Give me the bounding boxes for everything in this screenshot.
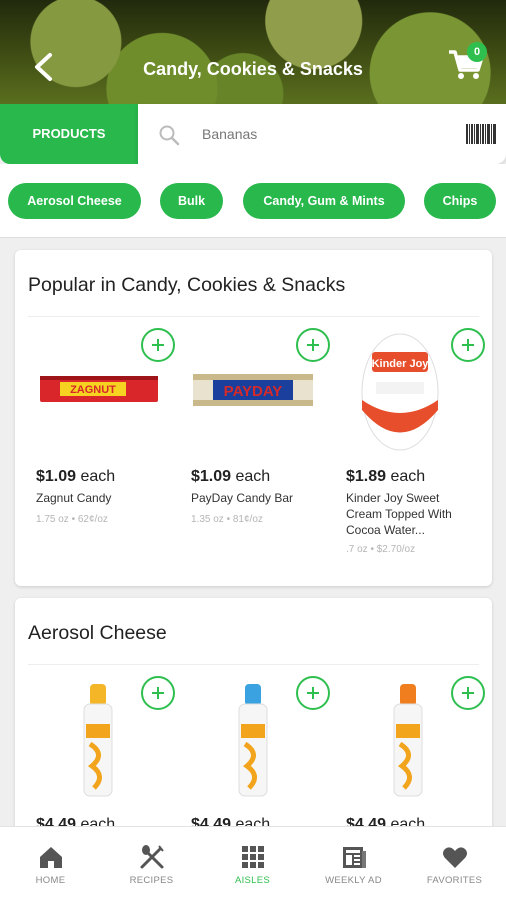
product-image-label: ZAGNUT bbox=[70, 384, 116, 396]
product-tile[interactable]: ZAGNUT $1.09 each Zagnut Candy 1.75 oz •… bbox=[28, 328, 175, 578]
nav-label: WEEKLY AD bbox=[325, 875, 382, 886]
add-to-cart-button[interactable] bbox=[141, 676, 175, 710]
plus-icon bbox=[462, 339, 474, 351]
nav-favorites[interactable]: FAVORITES bbox=[404, 827, 505, 900]
product-image: Kinder Joy bbox=[361, 333, 439, 451]
product-tile[interactable]: PAYDAY $1.09 each PayDay Candy Bar 1.35 … bbox=[183, 328, 330, 578]
plus-icon bbox=[307, 687, 319, 699]
section-title: Popular in Candy, Cookies & Snacks bbox=[28, 274, 346, 296]
plus-icon bbox=[152, 339, 164, 351]
product-image bbox=[83, 684, 113, 797]
plus-icon bbox=[307, 339, 319, 351]
product-price: $1.89 each bbox=[346, 468, 426, 485]
nav-home[interactable]: HOME bbox=[0, 827, 101, 900]
category-chip-bar: Aerosol Cheese Bulk Candy, Gum & Mints C… bbox=[0, 164, 506, 238]
product-name: PayDay Candy Bar bbox=[191, 491, 294, 505]
recipes-icon bbox=[140, 845, 164, 869]
nav-label: FAVORITES bbox=[426, 875, 483, 886]
page-title: Candy, Cookies & Snacks bbox=[143, 59, 363, 79]
section-title: Aerosol Cheese bbox=[28, 622, 167, 644]
search-icon bbox=[159, 125, 180, 146]
product-tile[interactable]: $4.49 each bbox=[28, 676, 175, 836]
product-price: $1.09 each bbox=[36, 468, 116, 485]
search-row: PRODUCTS bbox=[0, 104, 506, 164]
add-to-cart-button[interactable] bbox=[451, 328, 485, 362]
product-name: Zagnut Candy bbox=[36, 491, 112, 505]
product-name: Kinder Joy Sweet Cream Topped With Cocoa… bbox=[346, 491, 452, 537]
favorites-icon bbox=[443, 847, 467, 868]
product-tile[interactable]: $4.49 each bbox=[183, 676, 330, 836]
product-size: 1.75 oz • 62¢/oz bbox=[36, 514, 108, 525]
search-box bbox=[138, 104, 506, 164]
header-banner: Candy, Cookies & Snacks 0 bbox=[0, 0, 506, 104]
nav-recipes[interactable]: RECIPES bbox=[101, 827, 202, 900]
nav-weekly-ad[interactable]: WEEKLY AD bbox=[303, 827, 404, 900]
weekly-ad-icon bbox=[343, 847, 366, 868]
plus-icon bbox=[462, 687, 474, 699]
product-image-label: Kinder Joy bbox=[372, 358, 430, 370]
add-to-cart-button[interactable] bbox=[141, 328, 175, 362]
chip-aerosol-cheese[interactable]: Aerosol Cheese bbox=[8, 183, 141, 219]
product-price: $1.09 each bbox=[191, 468, 271, 485]
nav-label: RECIPES bbox=[129, 875, 174, 886]
nav-label: AISLES bbox=[234, 875, 271, 886]
plus-icon bbox=[152, 687, 164, 699]
product-image: PAYDAY bbox=[193, 374, 313, 406]
product-image-label: PAYDAY bbox=[224, 383, 283, 400]
product-size: .7 oz • $2.70/oz bbox=[346, 544, 416, 555]
chip-bulk[interactable]: Bulk bbox=[160, 183, 223, 219]
barcode-scan-icon[interactable] bbox=[466, 124, 496, 144]
product-image: ZAGNUT bbox=[40, 376, 158, 402]
nav-aisles[interactable]: AISLES bbox=[202, 827, 303, 900]
cart-count-badge: 0 bbox=[467, 42, 487, 62]
chip-chips[interactable]: Chips bbox=[424, 183, 496, 219]
product-image bbox=[393, 684, 423, 797]
search-input[interactable] bbox=[202, 122, 442, 146]
add-to-cart-button[interactable] bbox=[296, 328, 330, 362]
product-size: 1.35 oz • 81¢/oz bbox=[191, 514, 263, 525]
home-icon bbox=[40, 847, 62, 868]
products-tab[interactable]: PRODUCTS bbox=[0, 104, 138, 164]
add-to-cart-button[interactable] bbox=[296, 676, 330, 710]
product-tile[interactable]: Kinder Joy $1.89 each Kinder Joy Sweet C… bbox=[338, 328, 485, 578]
divider bbox=[28, 664, 479, 665]
chip-candy-gum-mints[interactable]: Candy, Gum & Mints bbox=[243, 183, 405, 219]
nav-label: HOME bbox=[35, 875, 66, 886]
divider bbox=[28, 316, 479, 317]
product-tile[interactable]: $4.49 each bbox=[338, 676, 485, 836]
product-image bbox=[238, 684, 268, 797]
add-to-cart-button[interactable] bbox=[451, 676, 485, 710]
section-card-aerosol-cheese: Aerosol Cheese $4.49 each $4.49 each $4.… bbox=[15, 598, 492, 838]
bottom-nav: HOME RECIPES AISLES WEEKLY AD FAVORITES bbox=[0, 826, 506, 900]
section-card-popular: Popular in Candy, Cookies & Snacks ZAGNU… bbox=[15, 250, 492, 586]
aisles-icon bbox=[242, 846, 264, 868]
